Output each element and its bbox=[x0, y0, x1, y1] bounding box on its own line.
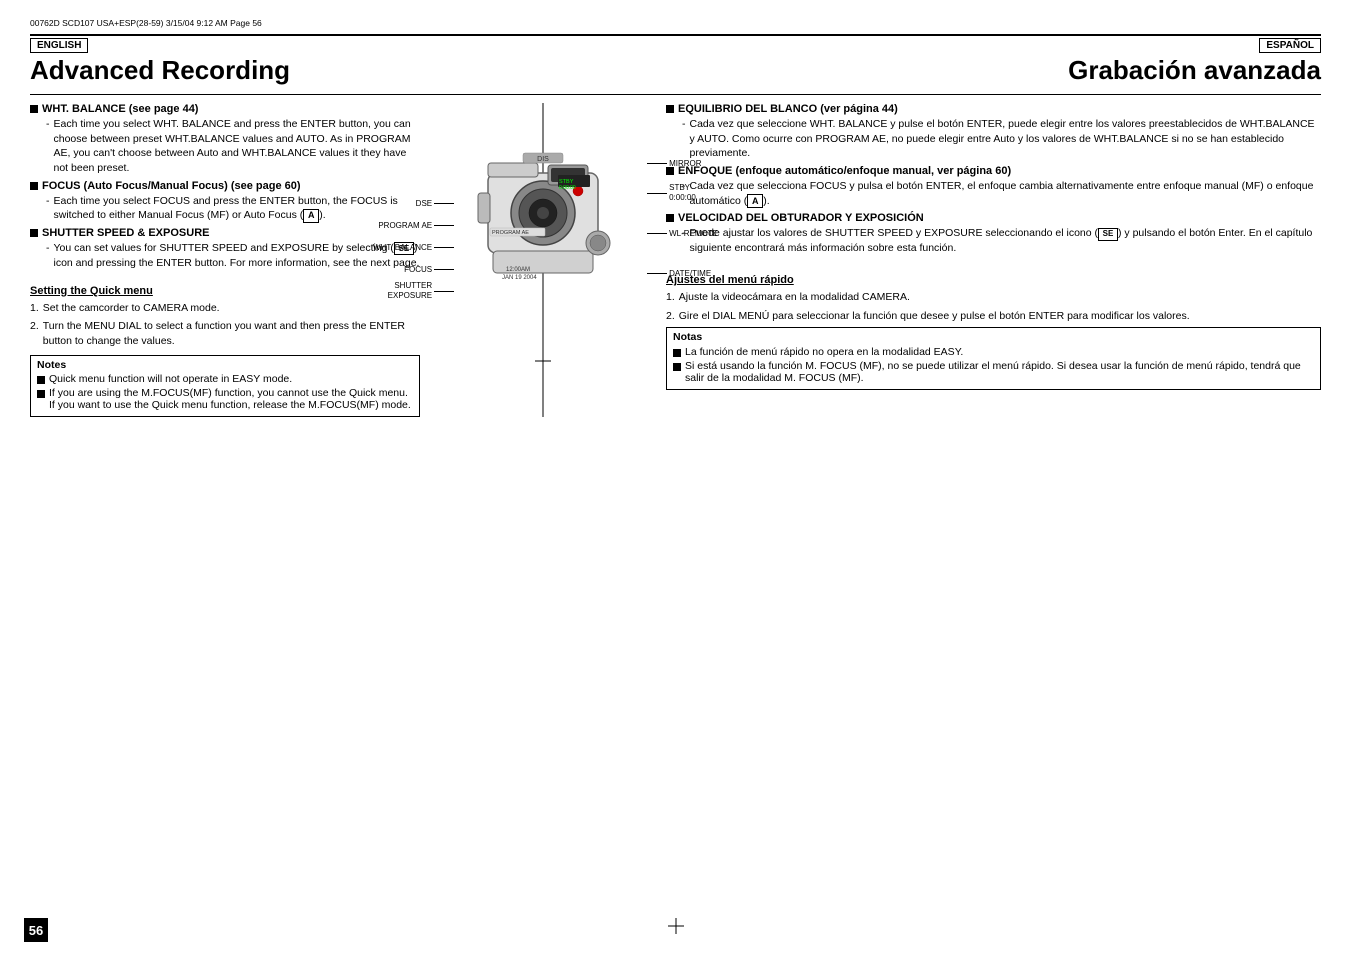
focus-body: Each time you select FOCUS and press the… bbox=[46, 194, 420, 223]
equilibrio-body: Cada vez que seleccione WHT. BALANCE y p… bbox=[682, 117, 1321, 161]
svg-text:12:00AM: 12:00AM bbox=[506, 267, 530, 273]
note-item-2: If you are using the M.FOCUS(MF) functio… bbox=[37, 387, 413, 411]
english-title: Advanced Recording bbox=[30, 55, 290, 86]
shutter-body: You can set values for SHUTTER SPEED and… bbox=[46, 241, 420, 270]
file-info: 00762D SCD107 USA+ESP(28-59) 3/15/04 9:1… bbox=[30, 18, 1321, 28]
notes-title-es: Notas bbox=[673, 331, 1314, 343]
svg-text:0:00:00: 0:00:00 bbox=[559, 185, 576, 191]
step-1: 1. Set the camcorder to CAMERA mode. bbox=[30, 301, 420, 316]
diagram-left-labels: DSE PROGRAM AE WHT. BALANCE FOCUS bbox=[373, 193, 454, 303]
step-2-es: 2. Gire el DIAL MENÚ para seleccionar la… bbox=[666, 309, 1321, 324]
note-bullet bbox=[673, 363, 681, 371]
enfoque-body: Cada vez que selecciona FOCUS y pulsa el… bbox=[682, 179, 1321, 208]
bullet-icon bbox=[30, 182, 38, 190]
section-focus: FOCUS (Auto Focus/Manual Focus) (see pag… bbox=[30, 180, 420, 223]
english-notes: Notes Quick menu function will not opera… bbox=[30, 355, 420, 417]
note-item-2-es: Si está usando la función M. FOCUS (MF),… bbox=[673, 360, 1314, 384]
note-bullet bbox=[37, 376, 45, 384]
english-content: WHT. BALANCE (see page 44) Each time you… bbox=[30, 103, 420, 417]
english-badge: ENGLISH bbox=[30, 38, 88, 53]
section-enfoque: ENFOQUE (enfoque automático/enfoque manu… bbox=[666, 165, 1321, 208]
wht-balance-body: Each time you select WHT. BALANCE and pr… bbox=[46, 117, 420, 176]
auto-focus-icon-es: A bbox=[747, 194, 763, 208]
spanish-content: EQUILIBRIO DEL BLANCO (ver página 44) Ca… bbox=[666, 103, 1321, 417]
svg-text:PROGRAM AE: PROGRAM AE bbox=[492, 230, 529, 236]
step-1-es: 1. Ajuste la videocámara en la modalidad… bbox=[666, 290, 1321, 305]
section-equilibrio: EQUILIBRIO DEL BLANCO (ver página 44) Ca… bbox=[666, 103, 1321, 161]
svg-text:JAN 19 2004: JAN 19 2004 bbox=[502, 275, 537, 281]
quick-menu-section-es: Ajustes del menú rápido 1. Ajuste la vid… bbox=[666, 274, 1321, 323]
velocidad-body: Puede ajustar los valores de SHUTTER SPE… bbox=[682, 226, 1321, 255]
section-wht-balance: WHT. BALANCE (see page 44) Each time you… bbox=[30, 103, 420, 176]
quick-menu-body-es: 1. Ajuste la videocámara en la modalidad… bbox=[666, 290, 1321, 323]
spanish-title: Grabación avanzada bbox=[1068, 55, 1321, 86]
notes-title: Notes bbox=[37, 359, 413, 371]
page: 00762D SCD107 USA+ESP(28-59) 3/15/04 9:1… bbox=[0, 0, 1351, 954]
bullet-icon bbox=[30, 229, 38, 237]
note-item-1-es: La función de menú rápido no opera en la… bbox=[673, 346, 1314, 358]
note-item-1: Quick menu function will not operate in … bbox=[37, 373, 413, 385]
quick-menu-body: 1. Set the camcorder to CAMERA mode. 2. … bbox=[30, 301, 420, 349]
note-bullet bbox=[37, 390, 45, 398]
spanish-badge: ESPAÑOL bbox=[1259, 38, 1321, 53]
section-shutter: SHUTTER SPEED & EXPOSURE You can set val… bbox=[30, 227, 420, 270]
title-row: Advanced Recording Grabación avanzada bbox=[30, 55, 1321, 86]
quick-menu-section: Setting the Quick menu 1. Set the camcor… bbox=[30, 285, 420, 349]
diagram-right-labels: MIRROR STBY0:00:00 WL-REMOTE DATE/TIME bbox=[647, 153, 718, 283]
step-2: 2. Turn the MENU DIAL to select a functi… bbox=[30, 319, 420, 348]
quick-menu-title: Setting the Quick menu bbox=[30, 285, 420, 297]
bullet-icon bbox=[666, 105, 674, 113]
quick-menu-title-es: Ajustes del menú rápido bbox=[666, 274, 1321, 286]
spanish-notes: Notas La función de menú rápido no opera… bbox=[666, 327, 1321, 390]
camera-svg: DIS STBY 0:00:00 PROGRAM AE 12:00AM JAN … bbox=[468, 143, 618, 343]
bullet-icon bbox=[30, 105, 38, 113]
section-velocidad: VELOCIDAD DEL OBTURADOR Y EXPOSICIÓN Pue… bbox=[666, 212, 1321, 255]
page-number: 56 bbox=[24, 918, 48, 942]
shutter-icon-es: SE bbox=[1098, 228, 1118, 241]
note-bullet bbox=[673, 349, 681, 357]
camera-diagram: DIS STBY 0:00:00 PROGRAM AE 12:00AM JAN … bbox=[468, 143, 618, 369]
auto-focus-icon: A bbox=[303, 209, 319, 223]
svg-text:DIS: DIS bbox=[537, 156, 549, 163]
